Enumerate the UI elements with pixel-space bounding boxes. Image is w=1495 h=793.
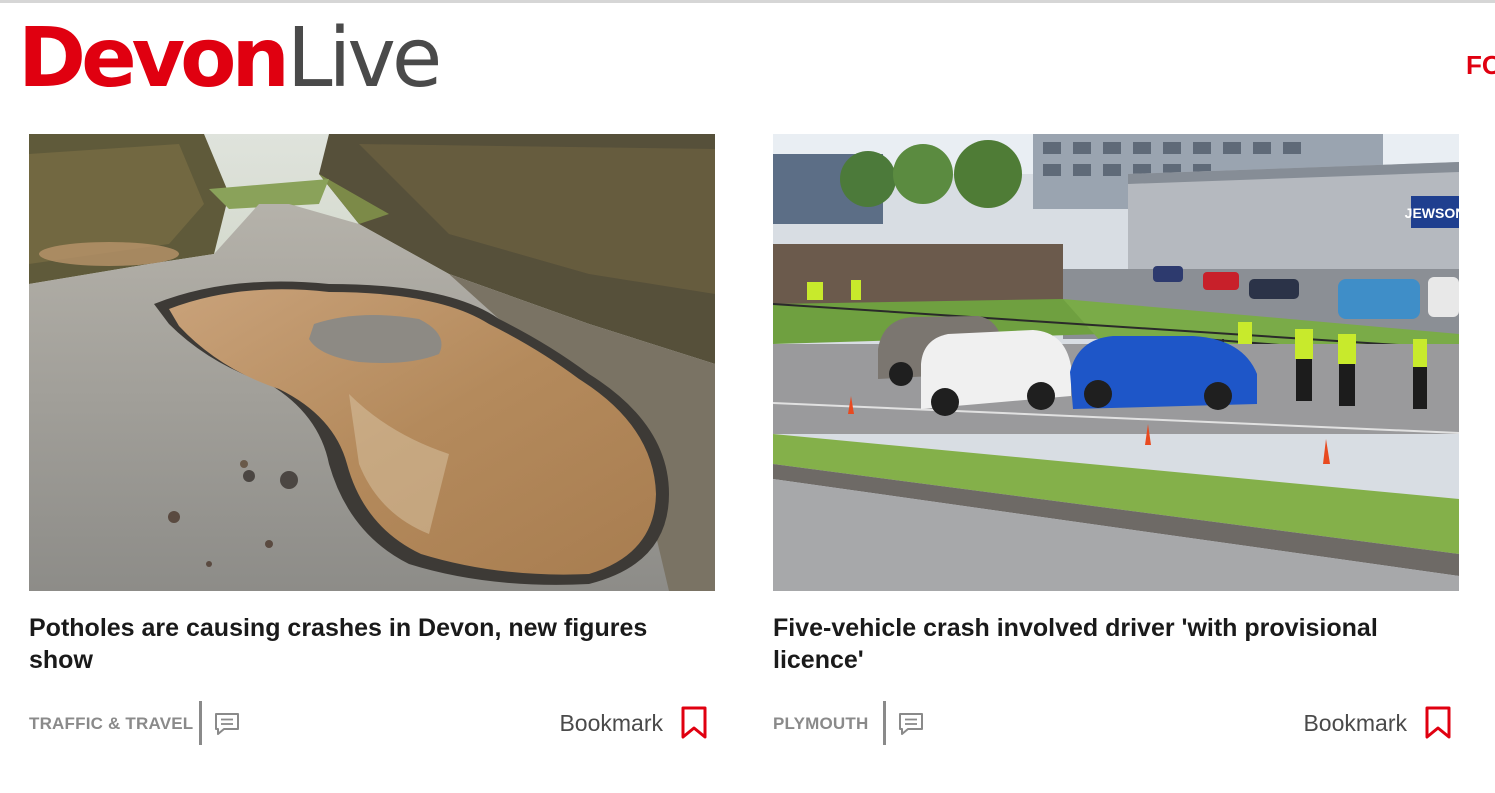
bookmark-label[interactable]: Bookmark (559, 710, 663, 737)
site-logo[interactable]: DevonLive (18, 18, 442, 108)
article-category[interactable]: PLYMOUTH (773, 714, 868, 734)
top-border (0, 0, 1495, 3)
bookmark-icon[interactable] (1425, 706, 1451, 740)
comment-icon[interactable] (898, 712, 924, 736)
comment-icon[interactable] (214, 712, 240, 736)
bookmark-icon[interactable] (681, 706, 707, 740)
article-meta: TRAFFIC & TRAVEL Bookmark (29, 701, 715, 745)
article-card[interactable]: JEWSON (773, 134, 1460, 764)
meta-divider (883, 701, 886, 745)
logo-wordmark-primary: Devon (18, 11, 290, 106)
car-crash-road-photo: JEWSON (773, 134, 1459, 591)
jewson-sign: JEWSON (1405, 205, 1459, 221)
logo-wordmark-secondary: Live (286, 11, 442, 106)
pothole-road-photo (29, 134, 715, 591)
nav-link-truncated[interactable]: FO (1466, 50, 1495, 81)
meta-divider (199, 701, 202, 745)
bookmark-label[interactable]: Bookmark (1303, 710, 1407, 737)
article-headline[interactable]: Potholes are causing crashes in Devon, n… (29, 612, 699, 676)
article-image[interactable]: JEWSON (773, 134, 1459, 591)
article-card[interactable]: Potholes are causing crashes in Devon, n… (29, 134, 716, 764)
article-category[interactable]: TRAFFIC & TRAVEL (29, 714, 193, 734)
article-image[interactable] (29, 134, 715, 591)
article-headline[interactable]: Five-vehicle crash involved driver 'with… (773, 612, 1443, 676)
article-meta: PLYMOUTH Bookmark (773, 701, 1459, 745)
